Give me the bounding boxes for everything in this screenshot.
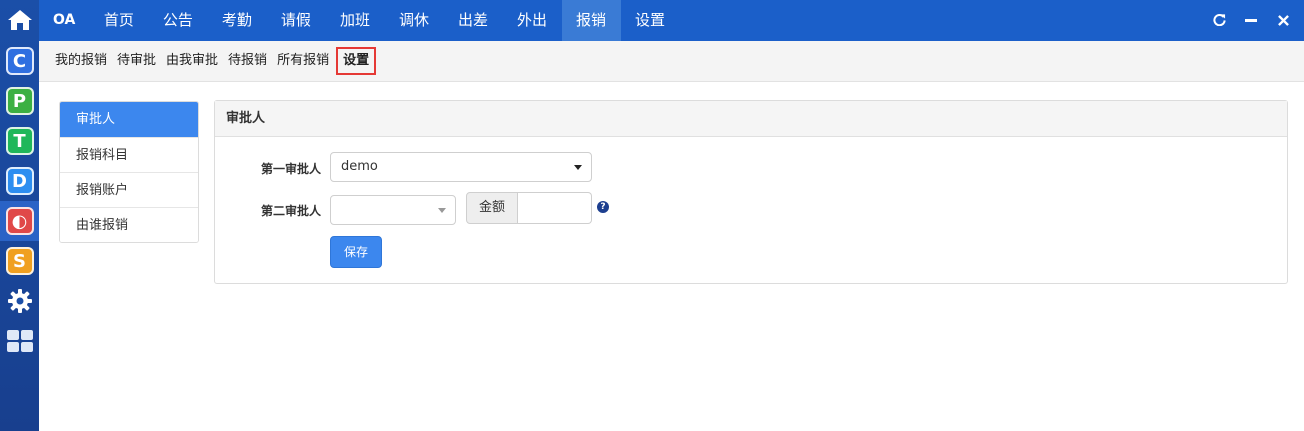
nav-settings[interactable]: 设置 <box>621 0 680 41</box>
dock-item-o[interactable]: ◐ <box>0 201 39 241</box>
subnav-approved-by-me[interactable]: 由我审批 <box>161 47 223 75</box>
dock-item-c[interactable]: C <box>0 41 39 81</box>
amount-addon-label: 金额 <box>466 192 518 224</box>
dock-item-d[interactable]: D <box>0 161 39 201</box>
settings-side-menu: 审批人 报销科目 报销账户 由谁报销 <box>59 101 199 243</box>
dock-item-p[interactable]: P <box>0 81 39 121</box>
side-item-approver[interactable]: 审批人 <box>60 102 198 137</box>
amount-input[interactable] <box>518 192 592 224</box>
home-icon <box>7 10 32 30</box>
brand-logo: OA <box>53 12 76 28</box>
nav-attendance[interactable]: 考勤 <box>207 0 266 41</box>
refresh-button[interactable] <box>1212 12 1226 30</box>
nav-overtime[interactable]: 加班 <box>325 0 384 41</box>
sub-navigation: 我的报销 待审批 由我审批 待报销 所有报销 设置 <box>39 41 1304 82</box>
app-o-icon: ◐ <box>5 207 34 235</box>
nav-reimbursement[interactable]: 报销 <box>561 0 621 41</box>
second-approver-label: 第二审批人 <box>260 204 321 218</box>
nav-business-trip[interactable]: 出差 <box>443 0 502 41</box>
nav-outing[interactable]: 外出 <box>502 0 561 41</box>
nav-leave[interactable]: 请假 <box>266 0 325 41</box>
side-item-expense-account[interactable]: 报销账户 <box>60 172 198 207</box>
nav-announcement[interactable]: 公告 <box>148 0 207 41</box>
subnav-pending-reimbursement[interactable]: 待报销 <box>223 47 272 75</box>
top-navigation: OA 首页 公告 考勤 请假 加班 调休 出差 外出 报销 设置 <box>39 0 1304 41</box>
app-s-icon: S <box>5 247 34 275</box>
side-item-expense-category[interactable]: 报销科目 <box>60 137 198 172</box>
app-c-icon: C <box>5 47 34 75</box>
first-approver-select[interactable]: demo <box>330 152 592 182</box>
minimize-icon <box>1245 18 1257 22</box>
side-item-reimbursed-by[interactable]: 由谁报销 <box>60 207 198 242</box>
refresh-icon <box>1212 13 1226 26</box>
app-d-icon: D <box>5 167 34 195</box>
nav-home[interactable]: 首页 <box>89 0 148 41</box>
panel-title: 审批人 <box>215 101 1287 137</box>
subnav-all-reimbursements[interactable]: 所有报销 <box>272 47 334 75</box>
oa-app-window: C P T D ◐ S OA 首页 公告 考勤 请假 加班 调休 出差 外出 报… <box>0 0 1304 431</box>
second-approver-select[interactable] <box>330 195 456 225</box>
minimize-button[interactable] <box>1244 12 1258 30</box>
gear-icon <box>7 289 32 313</box>
nav-time-off[interactable]: 调休 <box>384 0 443 41</box>
dock-item-t[interactable]: T <box>0 121 39 161</box>
chevron-down-icon <box>438 208 446 213</box>
subnav-pending-approval[interactable]: 待审批 <box>112 47 161 75</box>
window-controls <box>1212 0 1290 41</box>
dock-item-apps[interactable] <box>0 321 39 361</box>
approver-panel: 审批人 第一审批人 demo 第二审批人 金额 ? 保存 <box>214 100 1288 284</box>
save-button[interactable]: 保存 <box>330 236 382 268</box>
app-t-icon: T <box>5 127 34 155</box>
app-p-icon: P <box>5 87 34 115</box>
first-approver-value: demo <box>341 159 378 174</box>
dock-item-home[interactable] <box>0 0 39 40</box>
close-icon <box>1277 14 1289 26</box>
close-button[interactable] <box>1276 12 1290 30</box>
subnav-settings[interactable]: 设置 <box>336 47 377 75</box>
dock-item-s[interactable]: S <box>0 241 39 281</box>
chevron-down-icon <box>574 165 582 170</box>
grid-icon <box>6 330 33 352</box>
question-icon[interactable]: ? <box>597 201 609 213</box>
subnav-my-reimbursements[interactable]: 我的报销 <box>50 47 112 75</box>
app-dock: C P T D ◐ S <box>0 0 39 431</box>
dock-item-settings[interactable] <box>0 281 39 321</box>
first-approver-label: 第一审批人 <box>260 162 321 176</box>
